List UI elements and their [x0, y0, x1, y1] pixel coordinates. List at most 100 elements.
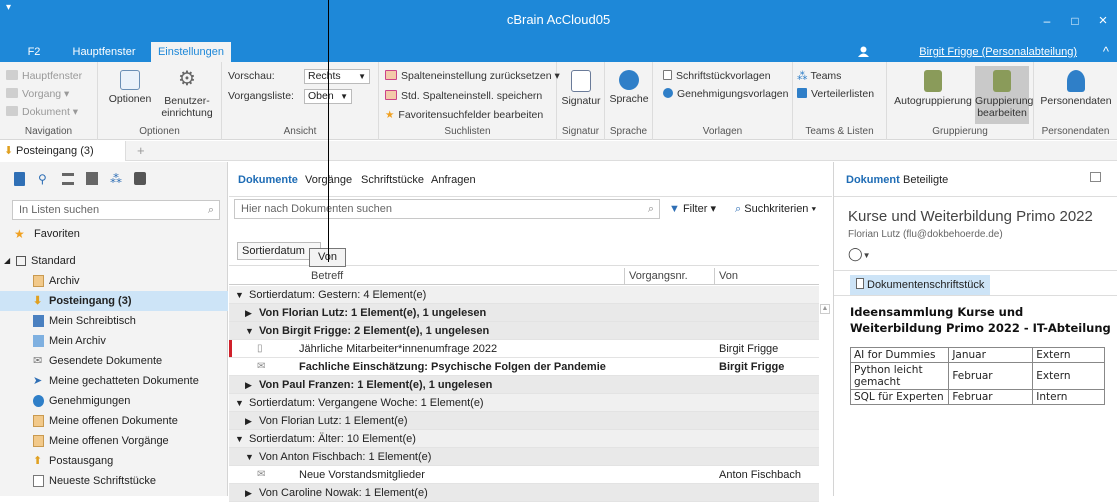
tab-einstellungen[interactable]: Einstellungen	[151, 42, 231, 62]
document-search-input[interactable]: Hier nach Dokumenten suchen ⌕	[234, 199, 660, 219]
table-row[interactable]: ✉ Fachliche Einschätzung: Psychische Folg…	[229, 358, 819, 376]
sidebar-item-mein-schreibtisch[interactable]: Mein Schreibtisch	[0, 311, 228, 331]
new-tab-button[interactable]: +	[137, 141, 145, 161]
tab-schriftstuecke[interactable]: Schriftstücke	[361, 174, 424, 186]
sprache-button[interactable]: Sprache	[607, 70, 651, 105]
column-header-vorgangsnr[interactable]: Vorgangsnr.	[629, 268, 688, 284]
collapse-icon[interactable]: ▼	[235, 286, 244, 304]
filter-icon: ▼	[669, 203, 680, 215]
expand-icon[interactable]: ▶	[245, 484, 252, 502]
group-row[interactable]: ▶ Von Paul Franzen: 1 Element(e), 1 ungel…	[229, 376, 819, 394]
group-row[interactable]: ▶ Von Florian Lutz: 1 Element(e), 1 ungel…	[229, 304, 819, 322]
archive-icon	[33, 275, 44, 287]
inbox-icon: ⬇	[33, 295, 43, 307]
tab-anfragen[interactable]: Anfragen	[431, 174, 476, 186]
spalteneinstellung-speichern[interactable]: Std. Spalteneinstell. speichern	[385, 90, 542, 102]
optionen-button[interactable]: Optionen	[106, 70, 154, 105]
search-icon[interactable]: ⌕	[648, 200, 654, 218]
sidebar-item-genehmigungen[interactable]: Genehmigungen	[0, 391, 228, 411]
document-icon[interactable]	[14, 172, 25, 186]
group-row[interactable]: ▼ Sortierdatum: Älter: 10 Element(e)	[229, 430, 819, 448]
tree-icon[interactable]: ⚲	[38, 172, 47, 186]
archive-icon[interactable]	[134, 172, 146, 185]
tab-posteingang[interactable]: ⬇ Posteingang (3)	[0, 141, 126, 161]
comment-icon[interactable]: ◯▼	[848, 246, 870, 262]
benutzereinrichtung-button[interactable]: ⚙ Benutzer-einrichtung	[156, 68, 218, 119]
left-toolbar: ⚲ ⁂	[14, 172, 214, 188]
maximize-button[interactable]: □	[1068, 14, 1082, 28]
sidebar-item-standard[interactable]: ◢ Standard	[0, 251, 228, 271]
favoritensuchfelder-bearbeiten[interactable]: ★ Favoritensuchfelder bearbeiten	[385, 109, 543, 121]
sidebar-item-gechattete-dokumente[interactable]: ➤ Meine gechatteten Dokumente	[0, 371, 228, 391]
sidebar-item-offene-vorgaenge[interactable]: Meine offenen Vorgänge	[0, 431, 228, 451]
gruppierung-bearbeiten-button[interactable]: Gruppierung bearbeiten	[975, 66, 1033, 124]
drag-line	[328, 0, 329, 262]
nav-vorgang[interactable]: Vorgang ▾	[6, 88, 69, 100]
autogruppierung-button[interactable]: Autogruppierung	[891, 70, 975, 107]
list-icon[interactable]	[62, 173, 74, 185]
collapse-ribbon-icon[interactable]: ^	[1103, 44, 1109, 59]
stack-icon[interactable]	[86, 172, 98, 185]
table-cell: Februar	[948, 362, 1034, 390]
scroll-up-icon[interactable]: ▲	[820, 304, 830, 314]
expand-icon[interactable]: ▶	[245, 412, 252, 430]
column-header-von[interactable]: Von	[719, 268, 738, 284]
group-row[interactable]: ▼ Sortierdatum: Gestern: 4 Element(e)	[229, 286, 819, 304]
list-search-input[interactable]: In Listen suchen ⌕	[12, 200, 220, 220]
popout-icon[interactable]	[1090, 172, 1101, 182]
search-icon[interactable]: ⌕	[208, 201, 214, 219]
column-header-betreff[interactable]: Betreff	[311, 268, 343, 284]
expand-icon[interactable]: ▶	[245, 376, 252, 394]
suchkriterien-button[interactable]: ⌕ Suchkriterien ▾	[735, 201, 816, 217]
tab-beteiligte[interactable]: Beteiligte	[903, 174, 948, 186]
collapse-icon[interactable]: ▼	[245, 322, 254, 340]
group-label: Navigation	[24, 126, 73, 137]
close-button[interactable]: ×	[1096, 13, 1110, 28]
table-cell: Python leicht gemacht	[849, 362, 950, 390]
tab-dokumente[interactable]: Dokumente	[238, 174, 298, 186]
table-cell: Extern	[1032, 362, 1105, 390]
nav-dokument[interactable]: Dokument ▾	[6, 106, 78, 118]
group-row[interactable]: ▼ Von Anton Fischbach: 1 Element(e)	[229, 448, 819, 466]
vorschau-select[interactable]: Rechts ▼	[304, 69, 370, 84]
table-row[interactable]: ✉ Neue Vorstandsmitglieder Anton Fischbach	[229, 466, 819, 484]
people-icon[interactable]: ⁂	[110, 172, 122, 186]
collapse-icon[interactable]: ▼	[235, 394, 244, 412]
nav-hauptfenster[interactable]: Hauptfenster	[6, 70, 82, 82]
sidebar-item-mein-archiv[interactable]: Mein Archiv	[0, 331, 228, 351]
sidebar-item-posteingang[interactable]: ⬇ Posteingang (3)	[0, 291, 228, 311]
tab-hauptfenster[interactable]: Hauptfenster	[64, 42, 144, 62]
signatur-button[interactable]: Signatur	[559, 70, 603, 107]
teams-button[interactable]: ⁂ Teams	[797, 70, 841, 82]
genehmigungsvorlagen[interactable]: Genehmigungsvorlagen	[663, 88, 789, 100]
title-bar: ▾ cBrain AcCloud05 – □ ×	[0, 0, 1117, 42]
group-row[interactable]: ▼ Sortierdatum: Vergangene Woche: 1 Eleme…	[229, 394, 819, 412]
table-row[interactable]: ▯ Jährliche Mitarbeiter*innenumfrage 2022…	[229, 340, 819, 358]
group-row[interactable]: ▼ Von Birgit Frigge: 2 Element(e), 1 unge…	[229, 322, 819, 340]
case-icon	[33, 435, 44, 447]
filter-button[interactable]: ▼ Filter ▾	[669, 201, 716, 217]
spalteneinstellung-zuruecksetzen[interactable]: Spalteneinstellung zurücksetzen ▾	[385, 70, 560, 82]
schriftstueckvorlagen[interactable]: Schriftstückvorlagen	[663, 70, 771, 82]
expand-icon[interactable]: ◢	[4, 251, 10, 271]
sidebar-item-neueste-schriftstuecke[interactable]: Neueste Schriftstücke	[0, 471, 228, 491]
sidebar-item-postausgang[interactable]: ⬆ Postausgang	[0, 451, 228, 471]
sidebar-item-offene-dokumente[interactable]: Meine offenen Dokumente	[0, 411, 228, 431]
collapse-icon[interactable]: ▼	[235, 430, 244, 448]
minimize-button[interactable]: –	[1040, 14, 1054, 28]
sidebar-item-archiv[interactable]: Archiv	[0, 271, 228, 291]
group-row[interactable]: ▶ Von Florian Lutz: 1 Element(e)	[229, 412, 819, 430]
collapse-icon[interactable]: ▼	[245, 448, 254, 466]
tab-f2[interactable]: F2	[14, 42, 54, 62]
expand-icon[interactable]: ▶	[245, 304, 252, 322]
group-row[interactable]: ▶ Von Caroline Nowak: 1 Element(e)	[229, 484, 819, 502]
sidebar-item-favoriten[interactable]: ★ Favoriten	[0, 224, 228, 244]
personendaten-button[interactable]: Personendaten	[1038, 70, 1114, 107]
unread-flag	[229, 340, 232, 357]
verteilerlisten-button[interactable]: Verteilerlisten	[797, 88, 874, 100]
user-link[interactable]: Birgit Frigge (Personalabteilung)	[919, 42, 1077, 62]
attachment-tab[interactable]: Dokumentenschriftstück	[850, 275, 991, 295]
document-sender: Anton Fischbach	[719, 469, 801, 481]
tab-dokument[interactable]: Dokument	[846, 174, 900, 186]
sidebar-item-gesendete-dokumente[interactable]: ✉ Gesendete Dokumente	[0, 351, 228, 371]
